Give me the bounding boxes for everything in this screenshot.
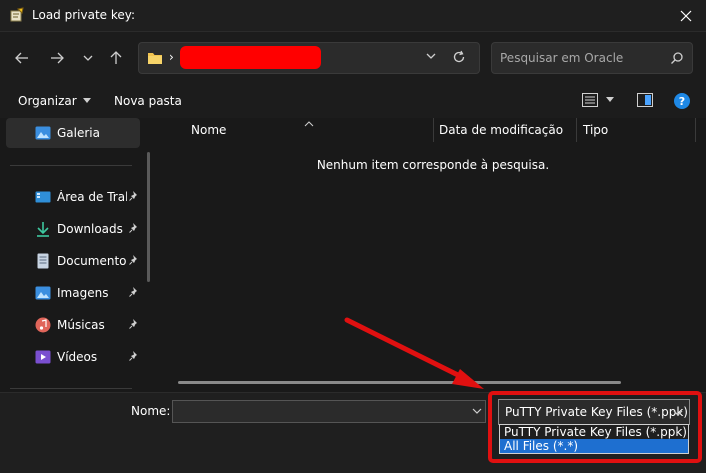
sidebar-item-label: Área de Traba	[57, 190, 127, 204]
sidebar-item-desktop[interactable]: Área de Traba	[6, 182, 140, 212]
file-list: Nome Data de modificação Tipo Nenhum ite…	[158, 118, 706, 392]
organize-label: Organizar	[18, 94, 77, 108]
file-name-label: Nome:	[131, 404, 171, 418]
column-divider[interactable]	[695, 118, 696, 142]
search-input[interactable]	[500, 50, 660, 66]
chevron-down-icon	[83, 55, 93, 61]
file-name-input[interactable]	[172, 400, 486, 423]
sidebar-item-label: Vídeos	[57, 350, 98, 364]
sidebar-divider	[10, 388, 132, 389]
back-button[interactable]	[10, 46, 34, 70]
pin-icon	[128, 318, 140, 333]
gallery-icon	[35, 125, 51, 141]
sidebar-item-videos[interactable]: Vídeos	[6, 342, 140, 372]
sidebar-item-label: Músicas	[57, 318, 105, 332]
search-box	[491, 42, 693, 74]
sidebar-item-label: Documentos	[57, 254, 127, 268]
organize-button[interactable]: Organizar	[18, 94, 91, 108]
file-name-dropdown-button[interactable]	[472, 405, 482, 419]
window-title: Load private key:	[32, 8, 136, 22]
title-bar: Load private key:	[0, 0, 706, 32]
image-icon	[35, 285, 51, 301]
forward-button[interactable]	[45, 46, 69, 70]
view-options-button[interactable]	[582, 93, 614, 107]
desktop-icon	[35, 189, 51, 205]
pin-icon	[128, 222, 140, 237]
refresh-button[interactable]	[452, 50, 466, 67]
column-label: Tipo	[583, 123, 609, 137]
sidebar-item-label: Downloads	[57, 222, 123, 236]
refresh-icon	[453, 50, 465, 63]
download-icon	[35, 221, 51, 237]
arrow-right-icon	[51, 52, 64, 64]
redacted-path	[180, 46, 321, 69]
column-label: Data de modificação	[439, 123, 564, 137]
breadcrumb-separator: ›	[169, 50, 174, 64]
details-view-icon	[582, 93, 598, 107]
preview-pane-icon	[637, 93, 653, 107]
column-header-type[interactable]: Tipo	[583, 118, 693, 142]
pin-icon	[128, 190, 140, 205]
up-button[interactable]	[104, 46, 128, 70]
chevron-down-icon	[426, 53, 436, 59]
music-icon	[35, 317, 51, 333]
video-icon	[35, 349, 51, 365]
column-divider[interactable]	[576, 118, 577, 142]
recent-locations-button[interactable]	[76, 46, 100, 70]
sidebar-item-images[interactable]: Imagens	[6, 278, 140, 308]
close-button[interactable]	[666, 0, 706, 32]
sidebar-divider	[10, 165, 132, 166]
close-icon	[680, 10, 692, 22]
column-header-modified[interactable]: Data de modificação	[439, 118, 575, 142]
navigation-pane: Galeria Área de Traba Downloads	[0, 118, 158, 392]
arrow-up-icon	[110, 51, 122, 64]
arrow-left-icon	[15, 52, 28, 64]
pin-icon	[128, 254, 140, 269]
folder-icon	[147, 51, 163, 68]
sidebar-item-label: Galeria	[57, 126, 100, 140]
preview-pane-button[interactable]	[637, 93, 653, 110]
empty-message: Nenhum item corresponde à pesquisa.	[316, 158, 550, 172]
pin-icon	[128, 286, 140, 301]
sidebar-item-label: Imagens	[57, 286, 109, 300]
annotation-highlight-box	[488, 391, 702, 463]
sidebar-scrollbar[interactable]	[147, 152, 150, 282]
document-icon	[35, 253, 51, 269]
address-bar[interactable]: ›	[138, 42, 480, 74]
sort-ascending-icon	[304, 116, 314, 130]
horizontal-scrollbar[interactable]	[178, 381, 621, 384]
search-icon[interactable]	[670, 51, 684, 68]
pin-icon	[128, 350, 140, 365]
help-button[interactable]: ?	[674, 93, 690, 109]
sidebar-item-music[interactable]: Músicas	[6, 310, 140, 340]
address-dropdown-button[interactable]	[425, 50, 437, 65]
new-folder-button[interactable]: Nova pasta	[114, 94, 182, 108]
sidebar-item-downloads[interactable]: Downloads	[6, 214, 140, 244]
sidebar-item-documents[interactable]: Documentos	[6, 246, 140, 276]
sidebar-item-gallery[interactable]: Galeria	[6, 118, 140, 148]
putty-key-icon	[9, 7, 25, 23]
column-label: Nome	[191, 123, 227, 137]
chevron-down-icon	[472, 408, 482, 414]
caret-down-icon	[82, 98, 91, 103]
caret-down-icon	[606, 97, 614, 102]
column-divider[interactable]	[433, 118, 434, 142]
